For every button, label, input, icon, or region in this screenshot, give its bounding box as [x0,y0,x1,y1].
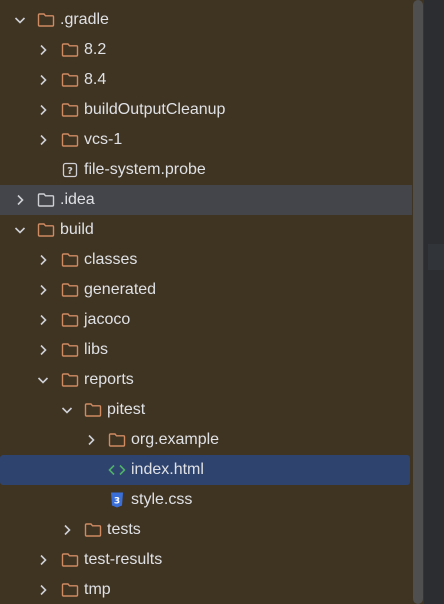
css-file-icon: 3 [108,492,126,508]
svg-text:3: 3 [114,497,120,507]
chevron-right-icon[interactable] [36,73,50,87]
tree-item-tmp[interactable]: tmp [0,575,412,604]
chevron-right-icon[interactable] [36,253,50,267]
folder-icon [61,132,79,148]
tree-item-label: tmp [84,581,111,598]
tree-item-classes[interactable]: classes [0,245,412,275]
tree-item-test-results[interactable]: test-results [0,545,412,575]
tree-item-style-css[interactable]: 3 style.css [0,485,412,515]
tree-item-label: reports [84,371,134,388]
tree-item-label: vcs-1 [84,131,123,148]
chevron-down-icon[interactable] [13,13,27,27]
folder-icon [61,372,79,388]
tree-item-libs[interactable]: libs [0,335,412,365]
tree-item-label: build [60,221,94,238]
tree-item-org-example[interactable]: org.example [0,425,412,455]
tree-item-label: 8.2 [84,41,107,58]
tree-item-label: 8.4 [84,71,107,88]
chevron-down-icon[interactable] [13,223,27,237]
tree-item-label: .gradle [60,11,109,28]
chevron-right-icon[interactable] [13,193,27,207]
chevron-right-icon[interactable] [36,343,50,357]
chevron-right-icon[interactable] [60,523,74,537]
svg-text:?: ? [67,166,73,177]
tree-item-label: test-results [84,551,163,568]
folder-icon [61,552,79,568]
tree-item-idea[interactable]: .idea [0,185,412,215]
editor-gutter-marker [428,244,444,270]
folder-icon [61,582,79,598]
scrollbar-thumb[interactable] [413,0,423,604]
chevron-right-icon[interactable] [36,133,50,147]
folder-icon [61,72,79,88]
tree-item-jacoco[interactable]: jacoco [0,305,412,335]
folder-icon [37,12,55,28]
folder-icon [108,432,126,448]
tree-item-label: org.example [131,431,220,448]
tree-item-index-html[interactable]: index.html [0,455,410,485]
html-file-icon [108,462,126,478]
chevron-right-icon[interactable] [36,103,50,117]
folder-icon [37,192,55,208]
tree-item-label: classes [84,251,138,268]
tree-item-label: jacoco [84,311,131,328]
tree-item-reports[interactable]: reports [0,365,412,395]
unknown-file-icon: ? [61,162,79,178]
chevron-right-icon[interactable] [36,553,50,567]
folder-icon [61,252,79,268]
tree-item-label: buildOutputCleanup [84,101,226,118]
project-tree-panel: .gradle 8.2 8.4 buildOutputCleanup vcs-1… [0,0,424,604]
tree-item-label: pitest [107,401,146,418]
folder-icon [37,222,55,238]
folder-icon [61,282,79,298]
tree-item-8-4[interactable]: 8.4 [0,65,412,95]
editor-gutter-strip [424,0,444,604]
tree-item-label: file-system.probe [84,161,206,178]
folder-icon [61,312,79,328]
folder-icon [61,342,79,358]
tree-item-tests[interactable]: tests [0,515,412,545]
folder-icon [61,102,79,118]
tree-item-vcs-1[interactable]: vcs-1 [0,125,412,155]
tree-item-label: tests [107,521,141,538]
tree-item-label: generated [84,281,157,298]
tree-item-build[interactable]: build [0,215,412,245]
chevron-right-icon[interactable] [84,433,98,447]
tree-item-8-2[interactable]: 8.2 [0,35,412,65]
tree-item-label: index.html [131,461,204,478]
tree-item-label: style.css [131,491,193,508]
tree-item-pitest[interactable]: pitest [0,395,412,425]
chevron-right-icon[interactable] [36,283,50,297]
tree-item-generated[interactable]: generated [0,275,412,305]
tree-item-label: libs [84,341,109,358]
folder-icon [61,42,79,58]
chevron-down-icon[interactable] [60,403,74,417]
chevron-down-icon[interactable] [36,373,50,387]
folder-icon [84,402,102,418]
chevron-right-icon[interactable] [36,43,50,57]
tree-item-buildoutputcleanup[interactable]: buildOutputCleanup [0,95,412,125]
folder-icon [84,522,102,538]
tree-item-label: .idea [60,191,95,208]
tree-item-file-system-probe[interactable]: ? file-system.probe [0,155,412,185]
chevron-right-icon[interactable] [36,583,50,597]
tree-item-gradle[interactable]: .gradle [0,5,412,35]
chevron-right-icon[interactable] [36,313,50,327]
